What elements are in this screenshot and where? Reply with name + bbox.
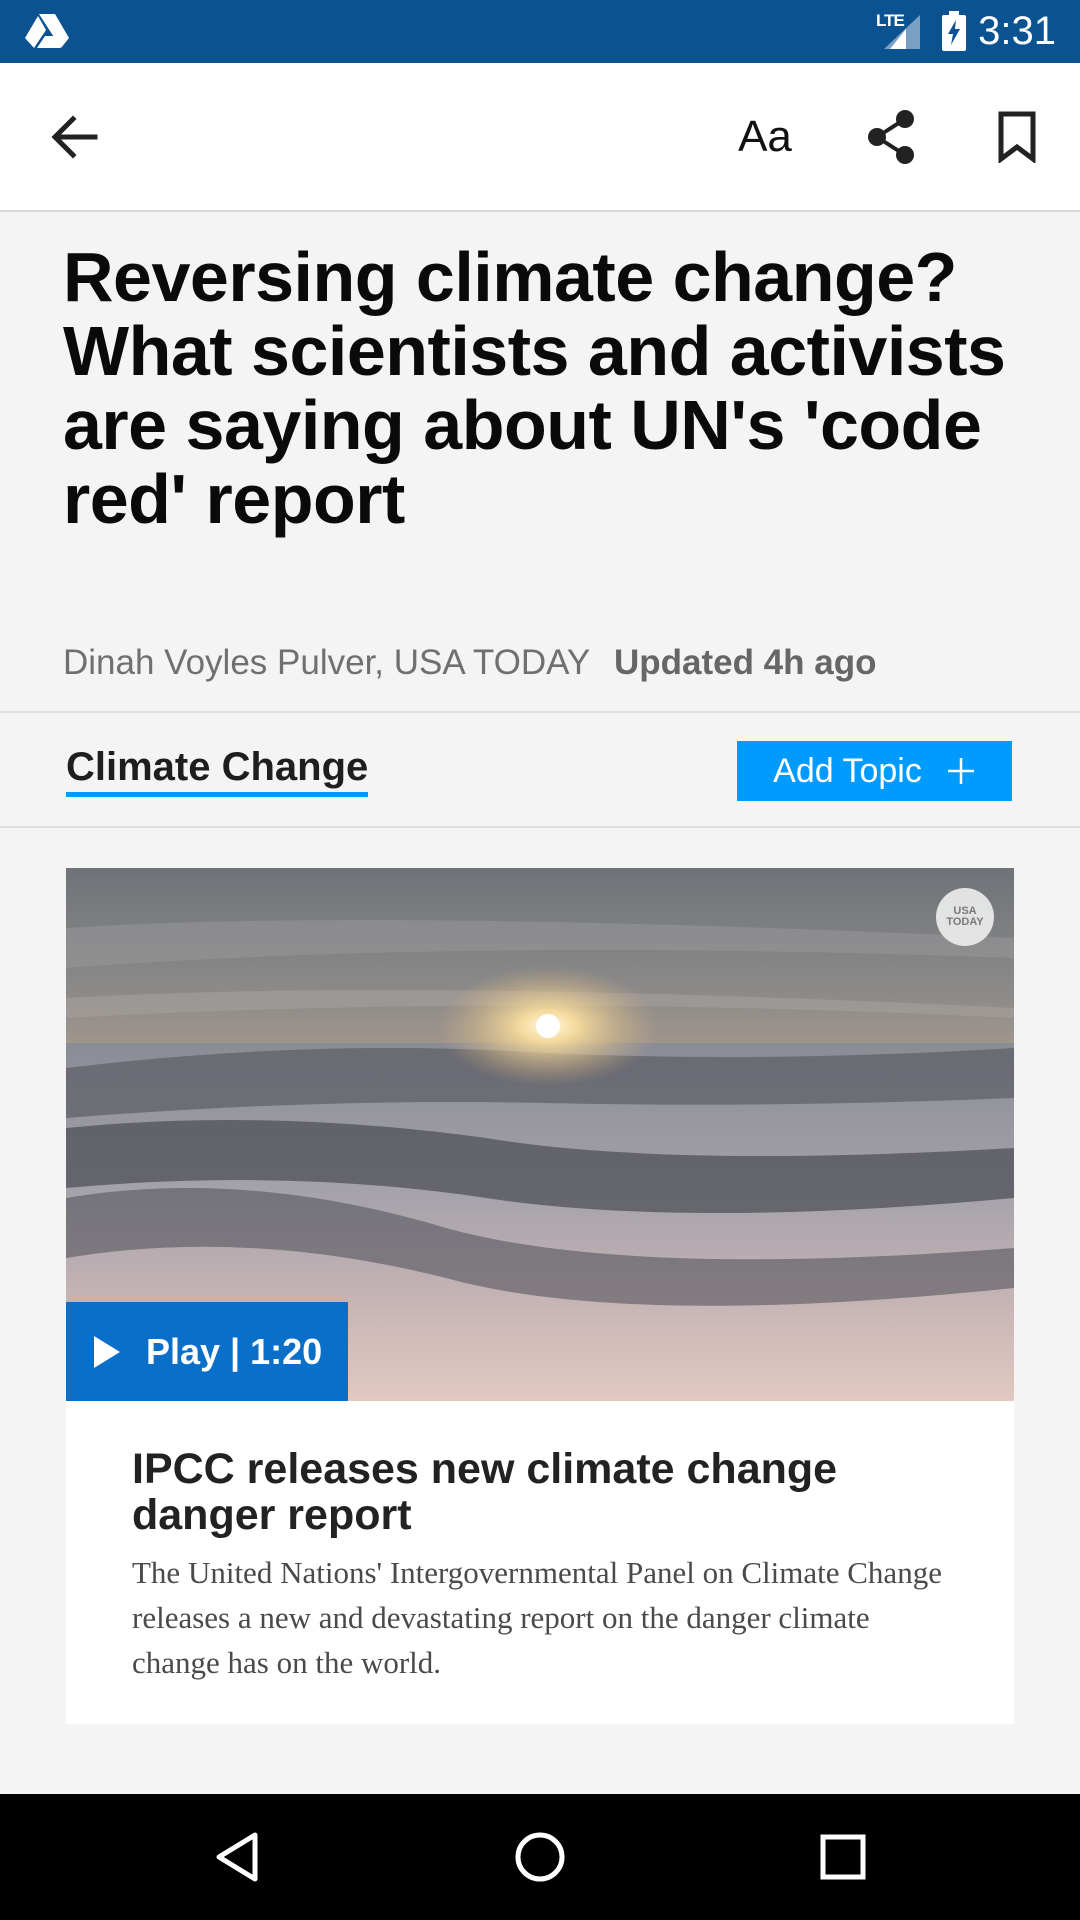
app-drive-icon: [25, 14, 69, 48]
play-icon: [94, 1335, 120, 1368]
play-video-button[interactable]: Play | 1:20: [66, 1302, 348, 1401]
topic-link-climate-change[interactable]: Climate Change: [66, 745, 369, 797]
usa-today-logo: USA TODAY: [936, 888, 994, 946]
share-button[interactable]: [841, 87, 941, 187]
add-topic-button[interactable]: Add Topic: [737, 741, 1012, 801]
status-bar: LTE 3:31: [0, 0, 1080, 63]
article-headline: Reversing climate change? What scientist…: [63, 238, 1006, 538]
bookmark-icon: [998, 111, 1036, 163]
video-summary: The United Nations' Intergovernmental Pa…: [132, 1555, 942, 1680]
back-arrow-icon: [51, 115, 98, 159]
video-title[interactable]: IPCC releases new climate change danger …: [132, 1446, 962, 1538]
back-button[interactable]: [24, 87, 124, 187]
video-thumbnail[interactable]: USA TODAY Play | 1:20: [66, 868, 1014, 1401]
system-nav-bar: [0, 1794, 1080, 1920]
signal-icon: [884, 15, 920, 49]
nav-recents-icon: [820, 1834, 866, 1880]
author-name: Dinah Voyles Pulver, USA TODAY: [63, 643, 591, 682]
share-icon: [868, 110, 914, 164]
text-size-button[interactable]: Aa: [715, 87, 815, 187]
byline: Dinah Voyles Pulver, USA TODAY Updated 4…: [63, 640, 1043, 686]
nav-recents-button[interactable]: [803, 1817, 883, 1897]
nav-back-button[interactable]: [197, 1817, 277, 1897]
clock: 3:31: [978, 9, 1056, 53]
nav-home-button[interactable]: [500, 1817, 580, 1897]
nav-back-icon: [216, 1832, 258, 1882]
app-toolbar: Aa: [0, 63, 1080, 212]
plus-icon: [947, 758, 974, 784]
topic-strip: Climate Change Add Topic: [0, 711, 1080, 828]
video-card[interactable]: USA TODAY Play | 1:20 IPCC releases new …: [66, 868, 1014, 1724]
add-topic-label: Add Topic: [773, 751, 922, 790]
updated-time: Updated 4h ago: [613, 643, 877, 682]
battery-charging-icon: [942, 11, 966, 51]
nav-home-icon: [515, 1832, 565, 1882]
bookmark-button[interactable]: [967, 87, 1067, 187]
text-size-icon: Aa: [738, 112, 792, 161]
play-duration-label: Play | 1:20: [146, 1330, 323, 1372]
